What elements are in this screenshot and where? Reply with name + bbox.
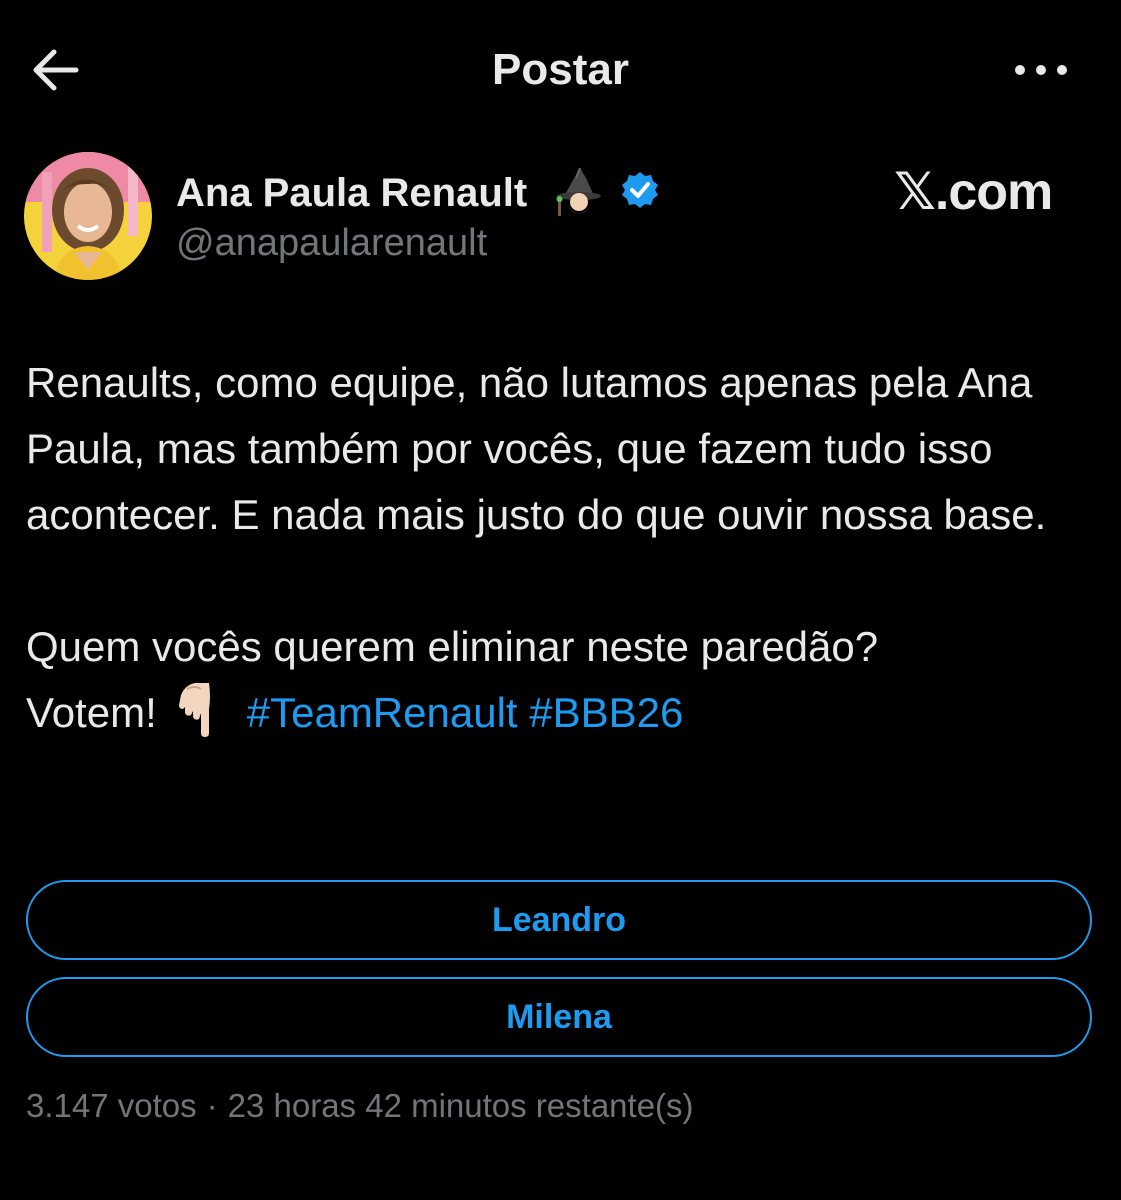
poll-option-leandro[interactable]: Leandro xyxy=(26,880,1092,960)
wizard-icon xyxy=(554,166,604,218)
hashtag-bbb26[interactable]: #BBB26 xyxy=(529,689,683,736)
profile-photo xyxy=(24,152,152,280)
x-com-watermark: 𝕏.com xyxy=(894,163,1053,221)
poll-vote-count: 3.147 votos xyxy=(26,1087,197,1124)
page-title: Postar xyxy=(492,45,629,94)
tweet-author: Ana Paula Renault @anapaularenault 𝕏.com xyxy=(24,152,1104,282)
tweet-paragraph: Renaults, como equipe, não lutamos apena… xyxy=(26,359,1047,538)
author-name[interactable]: Ana Paula Renault xyxy=(176,170,527,216)
vote-prompt: Votem! xyxy=(26,689,157,736)
hashtag-team-renault[interactable]: #TeamRenault xyxy=(247,689,518,736)
tweet-question: Quem vocês querem eliminar neste paredão… xyxy=(26,623,879,670)
poll-option-milena[interactable]: Milena xyxy=(26,977,1092,1057)
poll-time-remaining: 23 horas 42 minutos restante(s) xyxy=(227,1087,694,1124)
author-handle[interactable]: @anapaularenault xyxy=(176,220,487,266)
more-horizontal-icon xyxy=(1015,65,1067,75)
tweet-body: Renaults, como equipe, não lutamos apena… xyxy=(26,350,1101,746)
pointing-down-hand-icon xyxy=(178,681,229,737)
tweet-call-to-action: Votem! #TeamRenault #BBB26 xyxy=(26,680,1101,746)
more-options-button[interactable] xyxy=(1008,52,1074,88)
top-bar: Postar xyxy=(0,0,1121,140)
verified-badge-icon xyxy=(620,170,660,210)
separator-dot: · xyxy=(206,1087,218,1124)
avatar[interactable] xyxy=(24,152,152,280)
poll-status: 3.147 votos · 23 horas 42 minutos restante… xyxy=(26,1085,694,1127)
